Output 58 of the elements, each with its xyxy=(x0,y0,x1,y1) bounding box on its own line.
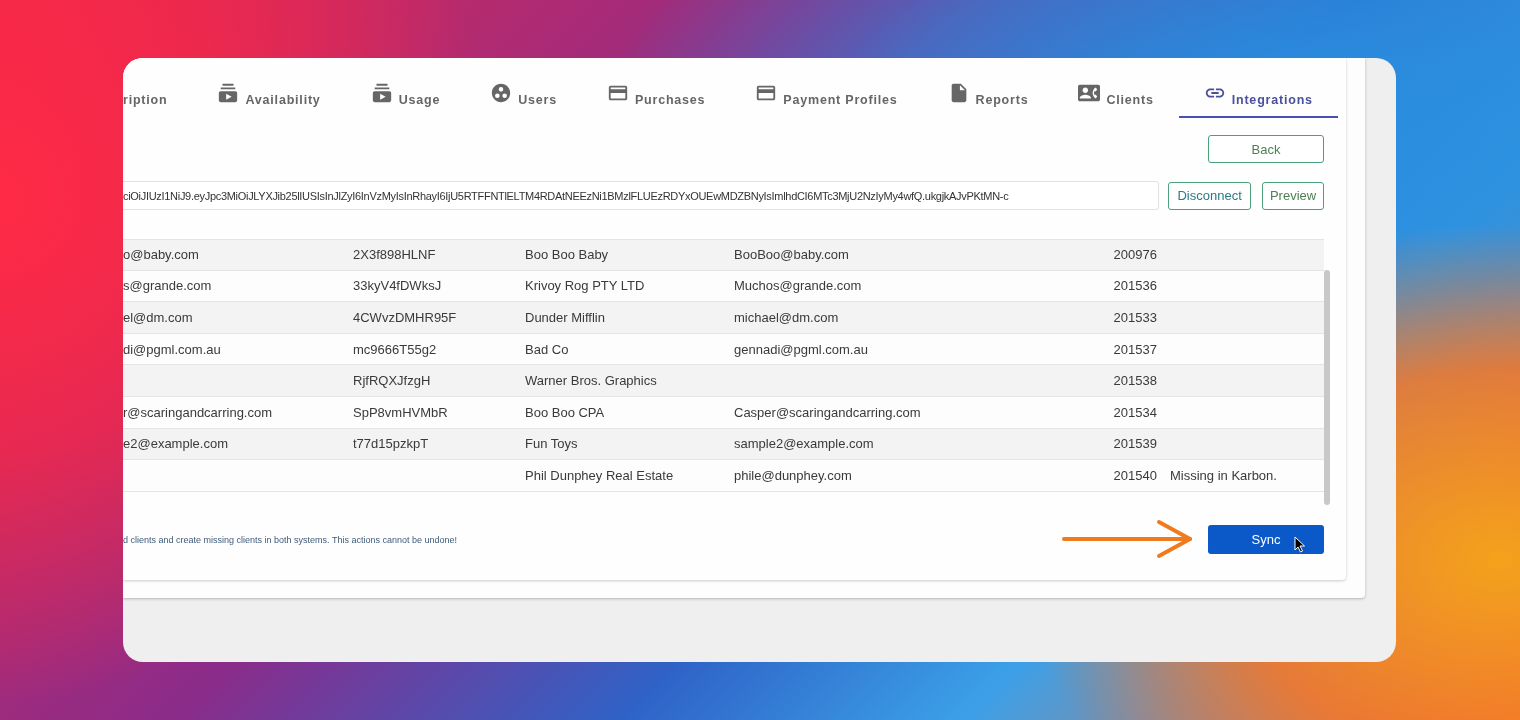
group-icon xyxy=(490,82,513,104)
preview-button[interactable]: Preview xyxy=(1262,181,1324,210)
table-cell-text: Phil Dunphey Real Estate xyxy=(525,467,675,483)
tab[interactable]: Usage xyxy=(345,82,466,118)
table-cell-text: s@grande.com xyxy=(123,278,213,294)
sync-button[interactable]: Sync xyxy=(1208,525,1324,554)
cursor-icon xyxy=(1294,536,1306,553)
tab[interactable]: ription xyxy=(123,82,193,118)
table-cell-text: Muchos@grande.com xyxy=(734,278,863,294)
table-cell-text: 33kyV4fDWksJ xyxy=(353,278,443,294)
table-cell-text: el@dm.com xyxy=(123,310,194,325)
disconnect-button[interactable]: Disconnect xyxy=(1168,181,1252,210)
table-cell-text: Dunder Mifflin xyxy=(525,310,606,325)
table-cell-text: Bad Co xyxy=(525,341,570,357)
table-cell-text: Casper@scaringandcarring.com xyxy=(734,404,922,420)
table-cell-text: e2@example.com xyxy=(123,436,229,452)
table-cell-text: Fun Toys xyxy=(525,436,579,452)
table-cell-text: o@baby.com xyxy=(123,247,200,263)
play-stack-icon xyxy=(370,82,393,104)
table-cell-text: Krivoy Rog PTY LTD xyxy=(525,278,646,294)
table-cell-text: 201540 xyxy=(1112,467,1157,483)
table-cell-text: 4CWvzDMHR95F xyxy=(353,310,458,325)
sync-warning-text: d clients and create missing clients in both systems. This actions cannot be undone! xyxy=(123,534,457,545)
table-cell-text: Boo Boo Baby xyxy=(525,247,610,263)
table-cell-text: Warner Bros. Graphics xyxy=(525,373,658,389)
table-cell-text: 2X3f898HLNF xyxy=(353,247,437,263)
contact-card-icon xyxy=(1078,82,1101,104)
table-cell-text: 201534 xyxy=(1112,404,1157,420)
tab[interactable]: Availability xyxy=(192,82,346,118)
table-cell-text: di@pgml.com.au xyxy=(123,341,222,357)
table-cell-text: SpP8vmHVMbR xyxy=(353,404,449,420)
table-cell-text: BooBoo@baby.com xyxy=(734,247,850,263)
tab[interactable]: Reports xyxy=(922,82,1054,118)
back-button[interactable]: Back xyxy=(1208,135,1324,163)
scrollbar[interactable] xyxy=(1324,270,1330,505)
token-field[interactable]: ciOiJIUzI1NiJ9.eyJpc3MiOiJLYXJib25lIUSIsInJlZyI6InVzMyIsInRhayI6IjU5RTFFNTlELTM4RDAtNEEzNi1BMzlFLUEzRDYxOUEwMDZBNyIsImlhdCI6MTc3MjU2NzIyMy4wfQ.ukgjkAJvPKtMN-c xyxy=(123,181,1160,210)
table-cell-text: 201538 xyxy=(1112,373,1157,389)
tab[interactable]: Integrations xyxy=(1178,82,1338,118)
table-cell-text: 201537 xyxy=(1112,341,1157,357)
table-cell-text: 201539 xyxy=(1112,436,1157,452)
table-cell-text: RjfRQXJfzgH xyxy=(353,373,432,389)
table-cell-text: Missing in Karbon. xyxy=(1169,467,1278,483)
table-cell-text: t77d15pzkpT xyxy=(353,436,430,452)
tab[interactable]: Users xyxy=(465,82,582,118)
play-stack-icon xyxy=(217,82,240,104)
tab[interactable]: Payment Profiles xyxy=(730,82,923,118)
table-cell-text: michael@dm.com xyxy=(734,310,840,325)
tab[interactable]: Purchases xyxy=(581,82,731,118)
table-cell-text: mc9666T55g2 xyxy=(353,341,438,357)
tab[interactable]: Clients xyxy=(1053,82,1179,118)
table-cell-text: sample2@example.com xyxy=(734,436,875,452)
table-cell-text: 201536 xyxy=(1112,278,1157,294)
table-cell-text: r@scaringandcarring.com xyxy=(123,404,274,420)
table-cell-text: phile@dunphey.com xyxy=(734,467,853,483)
table-cell-text: Boo Boo CPA xyxy=(525,404,606,420)
table-cell-text: gennadi@pgml.com.au xyxy=(734,341,869,357)
table-cell-text: 201533 xyxy=(1112,310,1157,325)
table-cell-text: 200976 xyxy=(1112,247,1157,263)
